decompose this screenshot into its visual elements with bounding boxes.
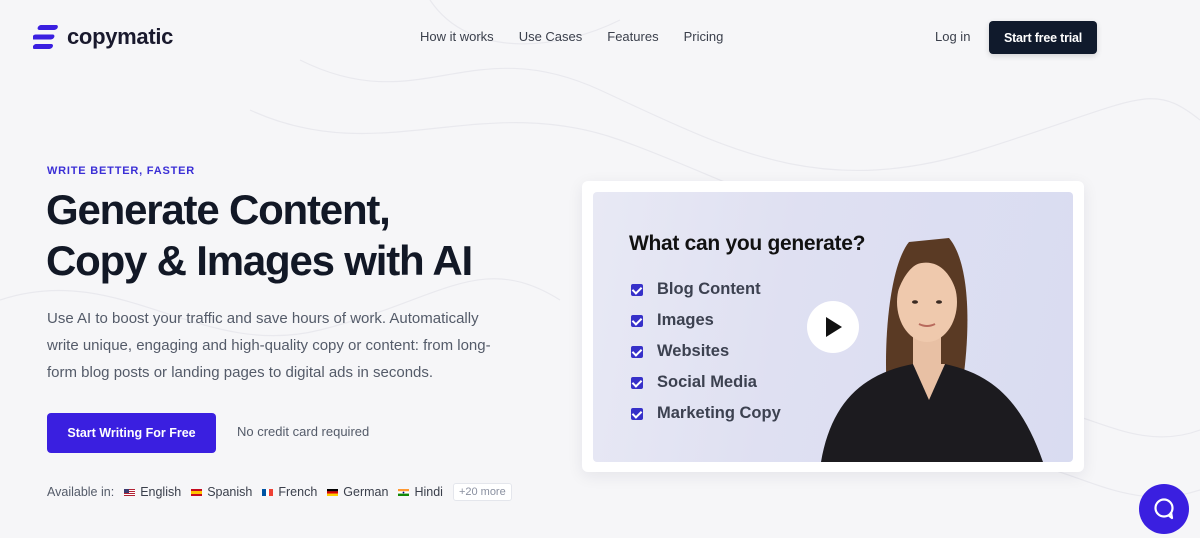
language-french: French: [262, 485, 317, 499]
hero-eyebrow: WRITE BETTER, FASTER: [47, 165, 195, 177]
main-nav: How it works Use Cases Features Pricing: [420, 29, 748, 44]
list-item-label: Websites: [657, 342, 730, 360]
list-item: Blog Content: [631, 274, 781, 305]
nav-features[interactable]: Features: [607, 29, 658, 44]
language-german: German: [327, 485, 388, 499]
checkbox-icon: [631, 314, 643, 327]
play-icon: [826, 317, 842, 337]
languages-label: Available in:: [47, 485, 115, 499]
copymatic-logo[interactable]: copymatic: [33, 24, 173, 50]
language-name: English: [140, 485, 182, 499]
login-link[interactable]: Log in: [935, 29, 970, 44]
germany-flag-icon: [327, 488, 339, 496]
copymatic-logo-icon: [33, 25, 58, 49]
spain-flag-icon: [191, 488, 203, 496]
list-item-label: Marketing Copy: [657, 404, 781, 422]
language-spanish: Spanish: [191, 485, 252, 499]
top-navbar: copymatic How it works Use Cases Feature…: [0, 0, 1200, 74]
list-item: Images: [631, 305, 781, 336]
headline-line-1: Generate Content,: [46, 186, 391, 233]
language-name: Hindi: [414, 485, 443, 499]
chat-icon: [1154, 498, 1174, 520]
start-free-trial-button[interactable]: Start free trial: [989, 21, 1097, 54]
presenter-image: [821, 238, 1043, 462]
nav-use-cases[interactable]: Use Cases: [519, 29, 583, 44]
checkbox-icon: [631, 283, 643, 296]
language-name: French: [278, 485, 318, 499]
india-flag-icon: [398, 488, 410, 496]
list-item: Websites: [631, 336, 781, 367]
more-languages-badge[interactable]: +20 more: [452, 483, 512, 501]
headline-line-2: Copy & Images with AI: [46, 237, 473, 284]
language-name: Spanish: [207, 485, 253, 499]
hero-headline: Generate Content, Copy & Images with AI: [46, 184, 566, 286]
play-button[interactable]: [807, 301, 859, 353]
checkbox-icon: [631, 407, 643, 420]
available-languages: Available in: English Spanish French Ger…: [47, 483, 512, 501]
list-item-label: Images: [657, 311, 714, 329]
hero-subtext: Use AI to boost your traffic and save ho…: [47, 310, 491, 381]
nav-pricing[interactable]: Pricing: [684, 29, 724, 44]
demo-video-card: What can you generate? Blog Content Imag…: [582, 181, 1084, 472]
france-flag-icon: [262, 488, 274, 496]
nav-how-it-works[interactable]: How it works: [420, 29, 494, 44]
chat-launcher-button[interactable]: [1139, 484, 1189, 534]
demo-video[interactable]: What can you generate? Blog Content Imag…: [593, 192, 1073, 462]
list-item-label: Blog Content: [657, 280, 761, 298]
video-feature-list: Blog Content Images Websites Social Medi…: [631, 274, 781, 429]
checkbox-icon: [631, 376, 643, 389]
checkbox-icon: [631, 345, 643, 358]
language-name: German: [343, 485, 389, 499]
language-hindi: Hindi: [398, 485, 443, 499]
start-writing-button[interactable]: Start Writing For Free: [47, 413, 216, 453]
language-english: English: [124, 485, 181, 499]
list-item: Marketing Copy: [631, 398, 781, 429]
list-item: Social Media: [631, 367, 781, 398]
list-item-label: Social Media: [657, 373, 757, 391]
no-credit-card-note: No credit card required: [237, 424, 370, 439]
brand-name: copymatic: [67, 24, 174, 49]
us-flag-icon: [124, 488, 136, 496]
